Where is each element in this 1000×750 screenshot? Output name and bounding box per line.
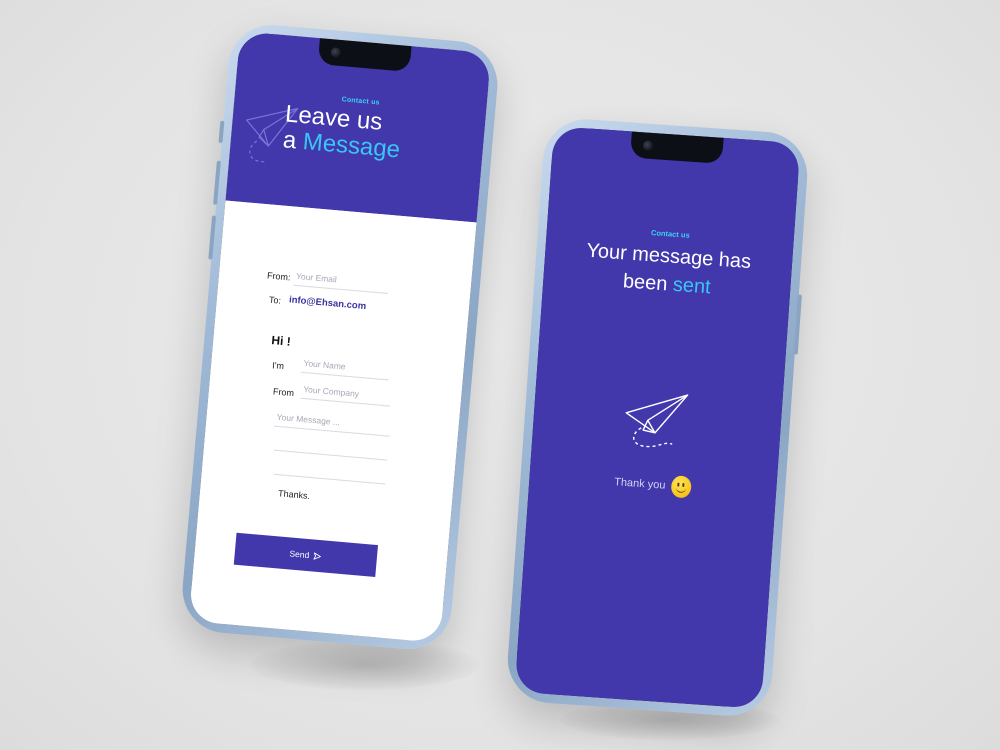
message-line-2[interactable] [273,435,389,461]
sent-title-accent: sent [672,273,712,299]
to-label: To: [268,294,282,306]
thank-you-text: Thank you [613,476,666,492]
hero-title-prefix: a [281,126,298,155]
message-placeholder: Your Message ... [276,411,341,428]
company-field[interactable]: Your Company [300,383,392,407]
name-placeholder: Your Name [303,357,347,372]
paper-plane-icon [625,394,689,448]
company-placeholder: Your Company [302,384,360,399]
email-placeholder: Your Email [295,270,338,285]
camera-icon [330,47,342,58]
greeting: Hi ! [270,333,292,349]
company-from-label: From [272,386,295,399]
message-field[interactable]: Your Message ... [273,411,391,437]
send-label: Send [289,548,310,561]
message-line-3[interactable] [273,459,387,485]
im-label: I'm [271,360,285,372]
notch [629,131,724,164]
sent-screen: Contact us Your message has been sent Th… [514,126,801,709]
phone-volume-up-button [213,160,221,205]
from-label: From: [266,270,291,283]
smiley-icon [670,475,693,499]
camera-icon [642,140,653,151]
send-arrow-icon [313,552,322,560]
phone-message-sent: Contact us Your message has been sent Th… [504,116,811,719]
send-button[interactable]: Send [233,532,379,577]
to-email: info@Ehsan.com [288,294,367,313]
phone-volume-down-button [208,215,217,260]
phone-power-button [793,294,802,355]
phone-contact-form: Contact us Leave us a Message From: Your… [178,21,502,653]
email-field[interactable]: Your Email [293,270,390,295]
phone-side-button [218,120,225,144]
thank-you-row: Thank you [529,465,777,504]
sent-title: Your message has been sent [543,234,793,307]
contact-form: From: Your Email To: info@Ehsan.com Hi !… [188,200,477,643]
signoff: Thanks. [277,488,311,501]
name-field[interactable]: Your Name [300,357,390,381]
phone-shadow-left [250,640,480,690]
sent-title-prefix: been [622,270,669,296]
contact-screen: Contact us Leave us a Message From: Your… [188,31,492,643]
hero-title: Leave us a Message [281,100,404,163]
